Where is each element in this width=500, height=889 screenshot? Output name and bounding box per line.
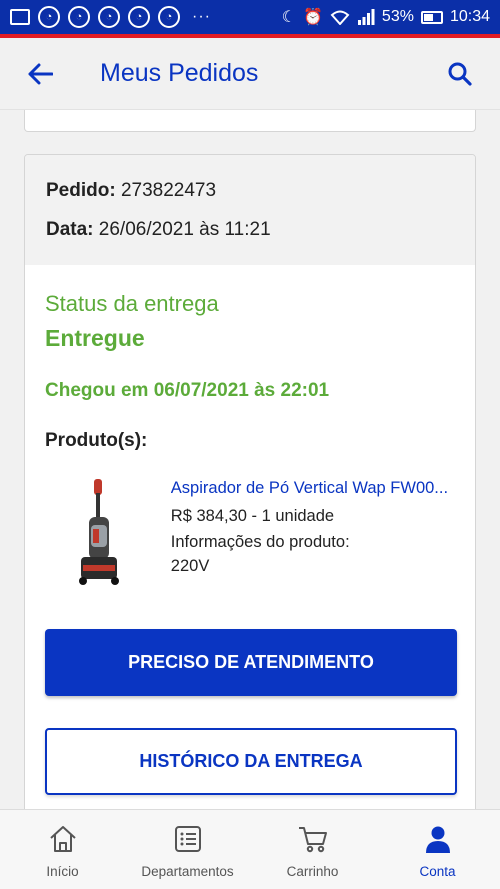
user-icon (421, 822, 455, 856)
nav-item-cart[interactable]: Carrinho (250, 810, 375, 889)
battery-percent: 53% (381, 8, 414, 25)
notification-icon: ◔ (68, 6, 90, 28)
status-bar: ◔ ◔ ◔ ◔ ◔ ··· ☾ ⏰ 53% 10:34 (0, 0, 500, 38)
product-voltage: 220V (170, 557, 210, 575)
delivery-history-button[interactable]: HISTÓRICO DA ENTREGA (45, 728, 457, 795)
order-number-row: Pedido: 273822473 (46, 179, 454, 203)
delivery-arrival-date: Chegou em 06/07/2021 às 22:01 (45, 380, 330, 401)
need-support-button[interactable]: PRECISO DE ATENDIMENTO (45, 629, 457, 696)
notification-icon: ◔ (158, 6, 180, 28)
nav-item-account[interactable]: Conta (375, 810, 500, 889)
do-not-disturb-icon: ☾ (281, 9, 296, 26)
nav-label-account: Conta (419, 864, 456, 879)
order-date: 26/06/2021 às 11:21 (98, 219, 271, 240)
product-image (45, 477, 153, 589)
bottom-navigation: Início Departamentos Carrinho Conta (0, 809, 500, 889)
nav-item-departments[interactable]: Departamentos (125, 810, 250, 889)
products-heading: Produto(s): (45, 430, 148, 451)
wifi-icon (330, 10, 350, 25)
nav-label-departments: Departamentos (141, 864, 234, 879)
arrow-left-icon (28, 63, 53, 84)
search-icon (448, 62, 472, 86)
order-date-label: Data: (46, 219, 94, 240)
order-card: Pedido: 273822473 Data: 26/06/2021 às 11… (24, 154, 476, 834)
page-title: Meus Pedidos (100, 59, 259, 87)
notification-icon: ◔ (38, 6, 60, 28)
order-number-label: Pedido: (46, 180, 116, 201)
product-price: R$ 384,30 - 1 unidade (170, 507, 335, 525)
product-item[interactable]: Aspirador de Pó Vertical Wap FW00... R$ … (45, 477, 455, 589)
nav-label-cart: Carrinho (286, 864, 339, 879)
search-button[interactable] (444, 58, 476, 90)
alarm-icon: ⏰ (303, 9, 323, 26)
more-notifications-icon: ··· (192, 8, 211, 25)
nav-label-home: Início (46, 864, 79, 879)
battery-icon (420, 10, 443, 24)
app-header: Meus Pedidos (0, 38, 500, 110)
delivery-status-label: Status da entrega (45, 291, 219, 316)
clock: 10:34 (449, 8, 490, 25)
gallery-icon (10, 9, 30, 25)
status-bar-notifications: ◔ ◔ ◔ ◔ ◔ ··· (10, 6, 211, 28)
notification-icon: ◔ (98, 6, 120, 28)
back-button[interactable] (24, 58, 56, 90)
status-bar-system: ☾ ⏰ 53% 10:34 (282, 7, 490, 27)
notification-icon: ◔ (128, 6, 150, 28)
order-number: 273822473 (120, 180, 217, 201)
delivery-status: Entregue (45, 325, 145, 351)
product-info: Aspirador de Pó Vertical Wap FW00... R$ … (171, 477, 455, 589)
signal-icon (357, 9, 375, 25)
product-name-link[interactable]: Aspirador de Pó Vertical Wap FW00... (171, 477, 455, 499)
order-date-row: Data: 26/06/2021 às 11:21 (46, 218, 454, 242)
cart-icon (296, 822, 330, 856)
previous-order-card[interactable] (24, 110, 476, 132)
vacuum-cleaner-image (78, 479, 119, 585)
list-icon (171, 822, 205, 856)
home-icon (46, 822, 80, 856)
order-summary: Pedido: 273822473 Data: 26/06/2021 às 11… (25, 155, 475, 265)
order-details: Status da entrega Entregue Chegou em 06/… (25, 265, 475, 795)
product-info-label: Informações do produto: (170, 533, 350, 551)
nav-item-home[interactable]: Início (0, 810, 125, 889)
